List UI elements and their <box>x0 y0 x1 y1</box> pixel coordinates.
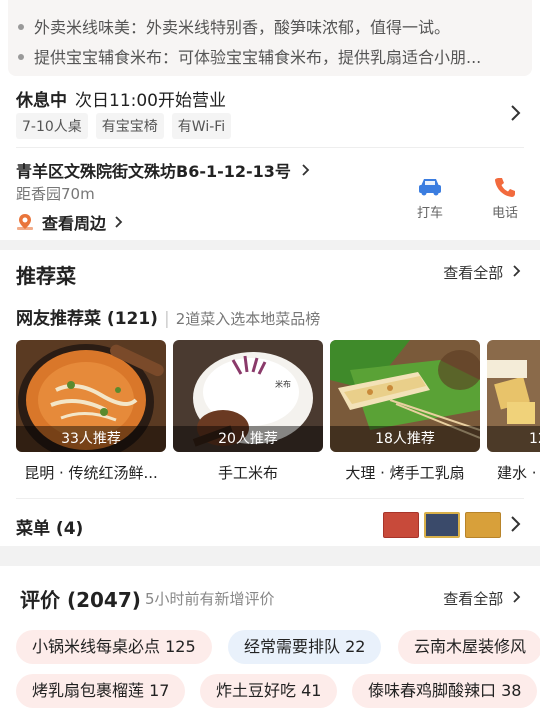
location-pin-icon <box>17 214 33 230</box>
view-nearby-label: 查看周边 <box>42 214 107 233</box>
phone-button[interactable]: 电话 <box>481 176 529 221</box>
chevron-right-icon <box>511 516 521 532</box>
dish-photo-caption: 米布 <box>275 379 291 389</box>
facility-tag: 有Wi-Fi <box>171 113 232 139</box>
review-tag-chip[interactable]: 云南木屋装修风 <box>398 630 540 664</box>
dish-card[interactable]: 18人推荐 大理 · 烤手工乳扇 <box>330 340 480 483</box>
see-all-reviews-link[interactable]: 查看全部 <box>443 588 522 609</box>
dish-subtitle: 网友推荐菜 (121) | 2道菜入选本地菜品榜 <box>16 309 321 329</box>
recommend-count: 33人推荐 <box>16 426 166 452</box>
open-status: 休息中 <box>16 91 67 111</box>
dish-photo: 12 <box>487 340 540 452</box>
reviews-title: 评价 (2047) <box>20 588 141 612</box>
view-nearby-link[interactable]: 查看周边 <box>16 210 124 234</box>
menu-thumbnail <box>383 512 419 538</box>
review-tag-chip[interactable]: 经常需要排队 22 <box>228 630 382 664</box>
menu-label: 菜单 (4) <box>16 519 84 539</box>
next-open-time: 次日11:00开始营业 <box>75 91 226 111</box>
dish-photo: 33人推荐 <box>16 340 166 452</box>
highlights-box: 外卖米线味美：外卖米线特别香，酸笋味浓郁，值得一试。 提供宝宝辅食米布：可体验宝… <box>8 0 532 76</box>
recommend-count: 20人推荐 <box>173 426 323 452</box>
menu-thumbnail <box>424 512 460 538</box>
recommend-count: 12 <box>487 426 540 452</box>
phone-label: 电话 <box>491 206 518 221</box>
recommended-dishes-section: 推荐菜 查看全部 网友推荐菜 (121)|2道菜入选本地菜品榜 33人推荐 <box>0 250 540 546</box>
chevron-right-icon <box>301 164 309 176</box>
business-hours-row[interactable]: 休息中 次日11:00开始营业 7-10人桌 有宝宝椅 有Wi-Fi <box>0 78 540 148</box>
address-link[interactable]: 青羊区文殊院街文殊坊B6-1-12-13号 <box>16 158 311 182</box>
see-all-label: 查看全部 <box>443 264 504 282</box>
dish-photo: 米布 20人推荐 <box>173 340 323 452</box>
facility-tag: 有宝宝椅 <box>95 113 164 139</box>
review-tag-chip[interactable]: 炸土豆好吃 41 <box>200 674 338 708</box>
dish-card[interactable]: 33人推荐 昆明 · 传统红汤鲜... <box>16 340 166 483</box>
chevron-right-icon <box>513 591 521 603</box>
highlights-section: 外卖米线味美：外卖米线特别香，酸笋味浓郁，值得一试。 提供宝宝辅食米布：可体验宝… <box>0 0 540 78</box>
taxi-label: 打车 <box>416 206 443 221</box>
hours-text: 休息中 次日11:00开始营业 <box>16 86 226 111</box>
dish-name: 手工米布 <box>217 464 278 482</box>
see-all-dishes-link[interactable]: 查看全部 <box>443 262 522 283</box>
facility-tags: 7-10人桌 有宝宝椅 有Wi-Fi <box>16 113 232 139</box>
menu-row[interactable]: 菜单 (4) <box>0 498 540 546</box>
review-tag-chip[interactable]: 傣味春鸡脚酸辣口 38 <box>352 674 538 708</box>
facility-tag: 7-10人桌 <box>16 113 88 139</box>
address-section: 青羊区文殊院街文殊坊B6-1-12-13号 距香园70m 查看周边 打车 电话 <box>0 148 540 240</box>
car-icon <box>419 179 441 196</box>
dish-name: 建水 · <box>497 464 537 482</box>
dish-photo: 18人推荐 <box>330 340 480 452</box>
review-tag-chip[interactable]: 小锅米线每桌必点 125 <box>16 630 212 664</box>
reviews-section: 评价 (2047) 5小时前有新增评价 查看全部 小锅米线每桌必点 125 经常… <box>0 566 540 720</box>
netizen-dishes-label: 网友推荐菜 (121) <box>16 309 158 329</box>
section-title: 推荐菜 <box>16 264 76 288</box>
review-tags: 小锅米线每桌必点 125 经常需要排队 22 云南木屋装修风 烤乳扇包裹榴莲 1… <box>0 630 540 720</box>
dish-name: 大理 · 烤手工乳扇 <box>345 464 465 482</box>
menu-thumbnail <box>465 512 501 538</box>
chevron-right-icon <box>513 265 521 277</box>
recommend-count: 18人推荐 <box>330 426 480 452</box>
address-text: 青羊区文殊院街文殊坊B6-1-12-13号 <box>16 162 291 181</box>
highlight-item: 外卖米线味美：外卖米线特别香，酸笋味浓郁，值得一试。 <box>18 14 518 38</box>
reviews-update-note: 5小时前有新增评价 <box>145 590 275 608</box>
phone-icon <box>495 178 515 197</box>
taxi-button[interactable]: 打车 <box>406 176 454 221</box>
chevron-right-icon <box>115 216 123 228</box>
dish-card[interactable]: 米布 20人推荐 手工米布 <box>173 340 323 483</box>
review-tag-chip[interactable]: 烤乳扇包裹榴莲 17 <box>16 674 186 708</box>
dish-card[interactable]: 12 建水 · <box>487 340 540 483</box>
chevron-right-icon[interactable] <box>510 104 522 122</box>
dish-name: 昆明 · 传统红汤鲜... <box>24 464 158 482</box>
ranking-note: 2道菜入选本地菜品榜 <box>175 310 321 328</box>
see-all-label: 查看全部 <box>443 590 504 608</box>
distance-text: 距香园70m <box>16 185 95 203</box>
highlight-item: 提供宝宝辅食米布：可体验宝宝辅食米布，提供乳扇适合小朋... <box>18 44 518 68</box>
